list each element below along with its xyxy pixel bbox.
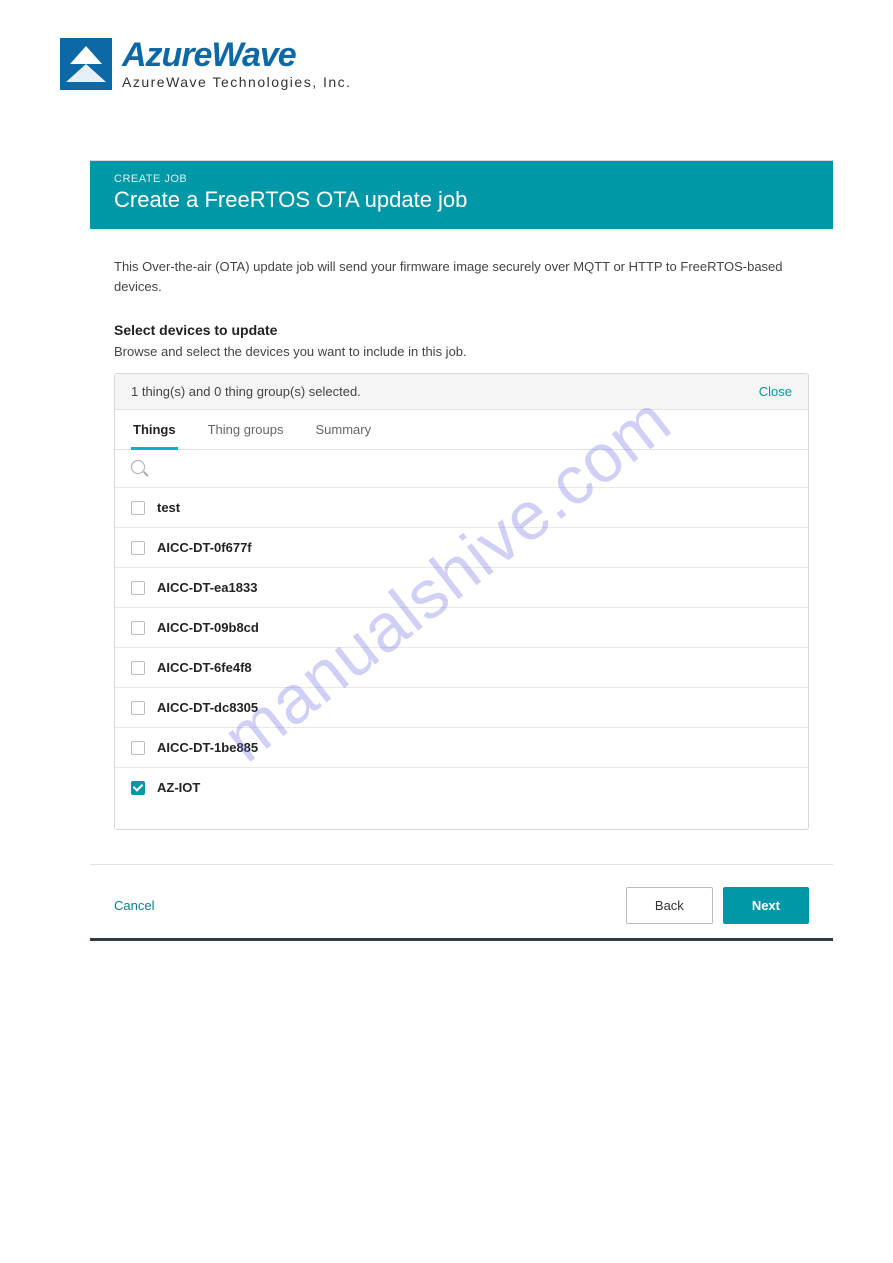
thing-label: AZ-IOT — [157, 780, 200, 795]
picker-tabs: Things Thing groups Summary — [115, 410, 808, 450]
thing-row[interactable]: test — [115, 488, 808, 528]
logo-sub-text: AzureWave Technologies, Inc. — [122, 74, 352, 90]
tab-summary[interactable]: Summary — [314, 410, 374, 449]
things-list: test AICC-DT-0f677f AICC-DT-ea1833 AICC-DT-… — [115, 488, 808, 829]
thing-label: AICC-DT-6fe4f8 — [157, 660, 252, 675]
thing-label: AICC-DT-0f677f — [157, 540, 252, 555]
brand-logo: AzureWave AzureWave Technologies, Inc. — [0, 0, 893, 90]
section-title: Select devices to update — [114, 322, 809, 338]
back-button[interactable]: Back — [626, 887, 713, 924]
search-icon — [131, 460, 145, 474]
breadcrumb: CREATE JOB — [114, 173, 809, 185]
next-button[interactable]: Next — [723, 887, 809, 924]
cancel-link[interactable]: Cancel — [114, 898, 154, 913]
thing-row[interactable]: AICC-DT-6fe4f8 — [115, 648, 808, 688]
thing-checkbox[interactable] — [131, 581, 145, 595]
thing-checkbox[interactable] — [131, 541, 145, 555]
tab-things[interactable]: Things — [131, 410, 178, 450]
logo-main-text: AzureWave — [122, 38, 352, 72]
thing-checkbox[interactable] — [131, 781, 145, 795]
thing-row[interactable]: AZ-IOT — [115, 768, 808, 829]
thing-row[interactable]: AICC-DT-09b8cd — [115, 608, 808, 648]
thing-checkbox[interactable] — [131, 621, 145, 635]
thing-checkbox[interactable] — [131, 701, 145, 715]
search-row[interactable] — [115, 450, 808, 488]
thing-label: AICC-DT-ea1833 — [157, 580, 257, 595]
tab-thing-groups[interactable]: Thing groups — [206, 410, 286, 449]
thing-label: AICC-DT-dc8305 — [157, 700, 258, 715]
close-link[interactable]: Close — [759, 384, 792, 399]
section-desc: Browse and select the devices you want t… — [114, 344, 809, 359]
wizard-header: CREATE JOB Create a FreeRTOS OTA update … — [90, 161, 833, 229]
thing-label: AICC-DT-09b8cd — [157, 620, 259, 635]
wizard-panel: CREATE JOB Create a FreeRTOS OTA update … — [90, 160, 833, 941]
intro-text: This Over-the-air (OTA) update job will … — [114, 257, 809, 296]
logo-mark-icon — [60, 38, 112, 90]
thing-label: AICC-DT-1be885 — [157, 740, 258, 755]
thing-checkbox[interactable] — [131, 741, 145, 755]
selection-summary: 1 thing(s) and 0 thing group(s) selected… — [131, 384, 361, 399]
wizard-footer: Cancel Back Next — [90, 864, 833, 938]
thing-label: test — [157, 500, 180, 515]
page-title: Create a FreeRTOS OTA update job — [114, 187, 809, 213]
device-picker: 1 thing(s) and 0 thing group(s) selected… — [114, 373, 809, 830]
picker-header: 1 thing(s) and 0 thing group(s) selected… — [115, 374, 808, 410]
thing-row[interactable]: AICC-DT-ea1833 — [115, 568, 808, 608]
thing-checkbox[interactable] — [131, 501, 145, 515]
thing-row[interactable]: AICC-DT-0f677f — [115, 528, 808, 568]
thing-checkbox[interactable] — [131, 661, 145, 675]
footer-divider — [90, 938, 833, 941]
thing-row[interactable]: AICC-DT-1be885 — [115, 728, 808, 768]
thing-row[interactable]: AICC-DT-dc8305 — [115, 688, 808, 728]
